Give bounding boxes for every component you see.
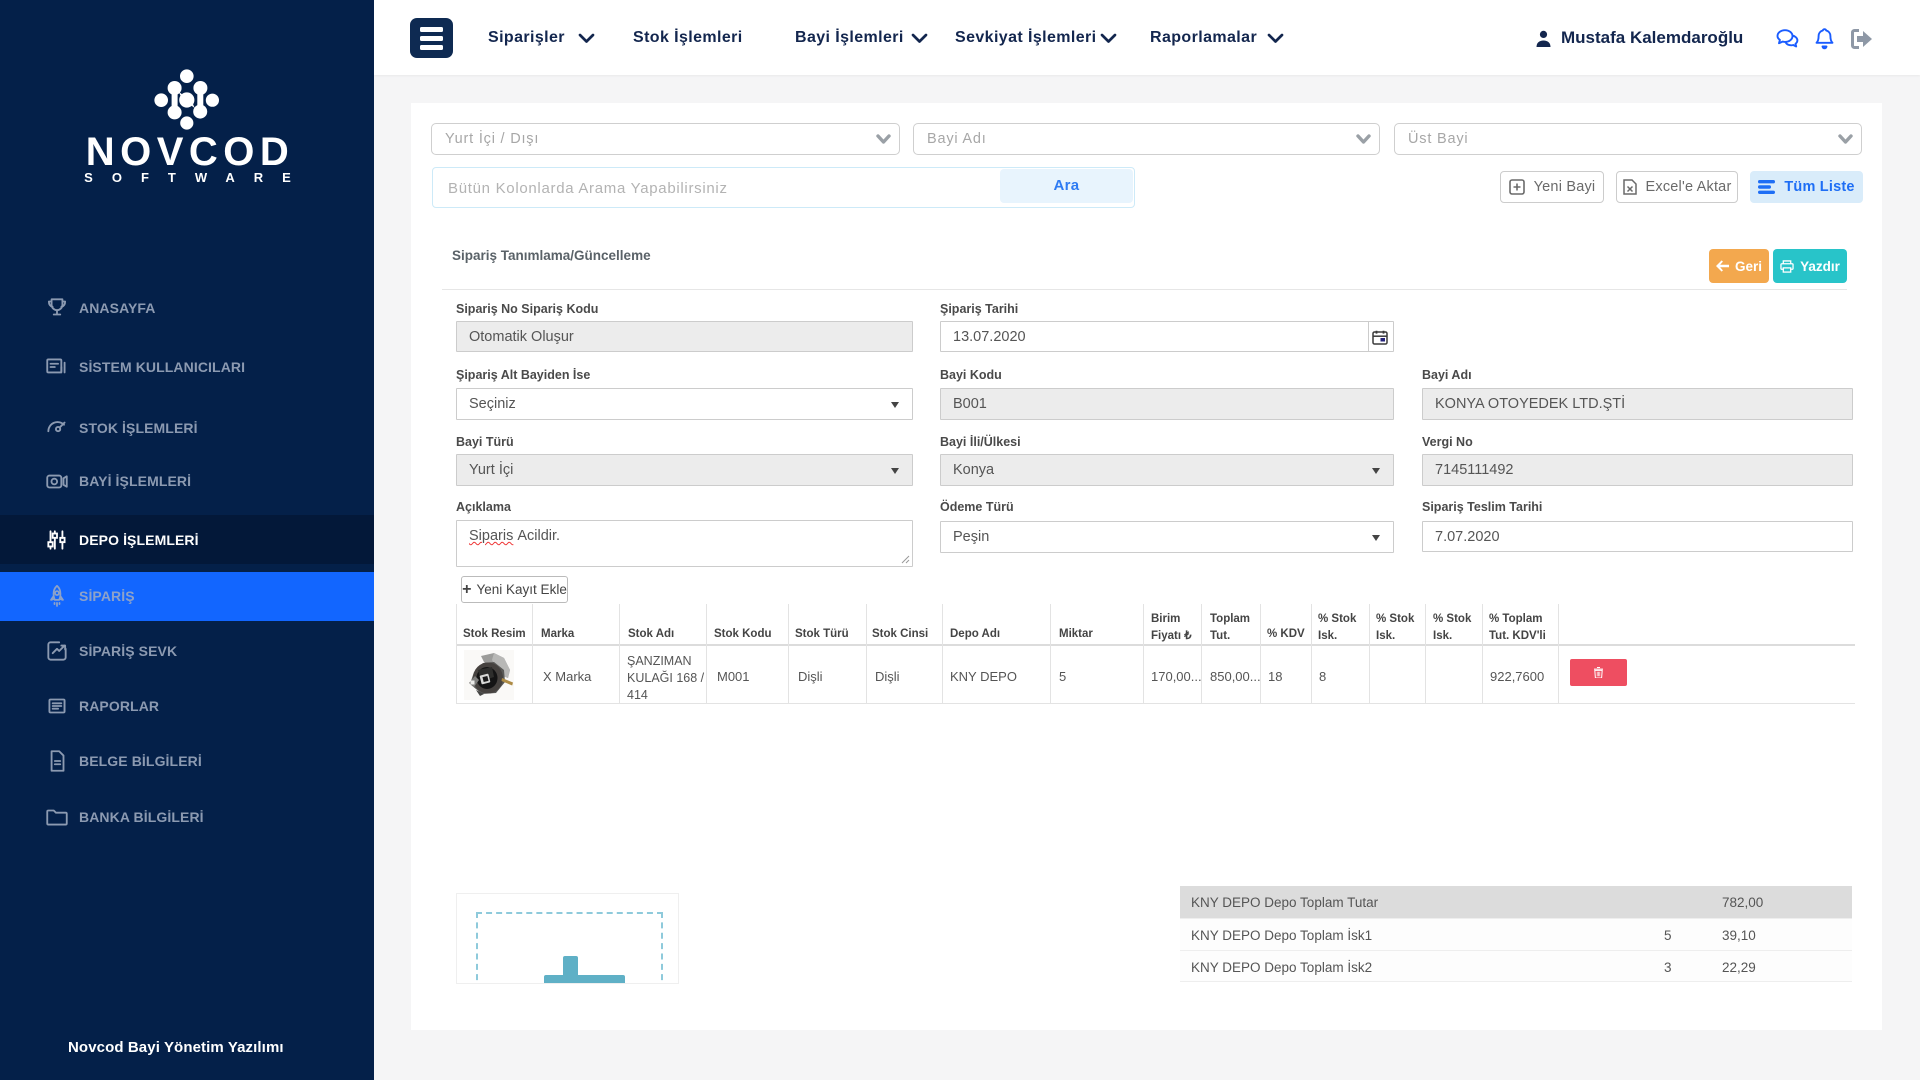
svg-text:NOVCOD: NOVCOD <box>86 130 295 174</box>
svg-text:SOFTWARE: SOFTWARE <box>84 170 299 185</box>
